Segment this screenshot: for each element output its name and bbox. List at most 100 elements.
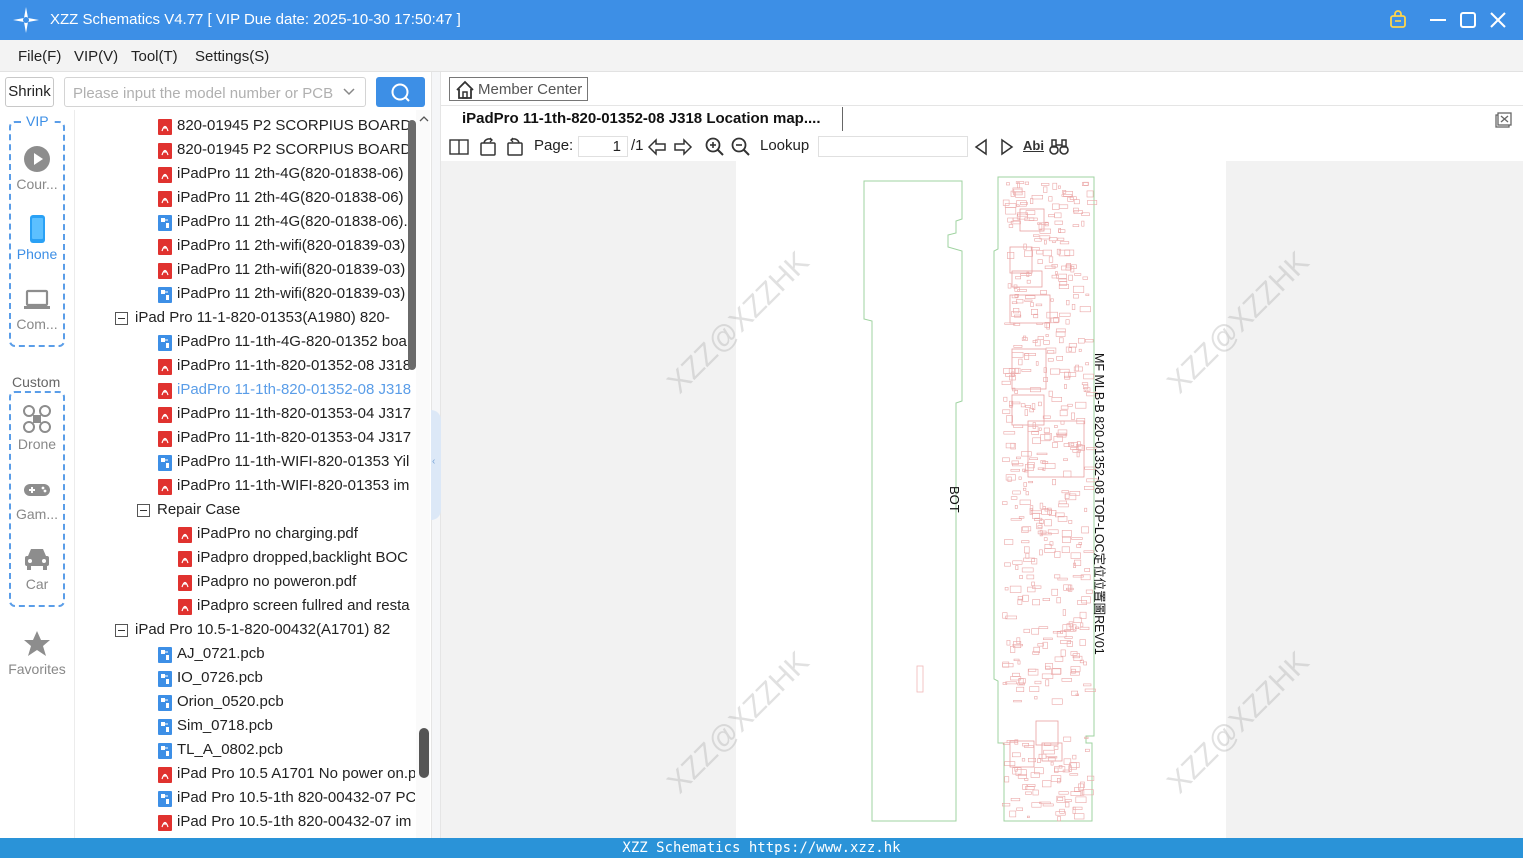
toggle-sidebar-icon[interactable] bbox=[449, 137, 469, 157]
close-icon[interactable] bbox=[1486, 8, 1510, 32]
tree-item-label: Orion_0520.pcb bbox=[177, 693, 284, 710]
category-game[interactable]: Gam... bbox=[0, 474, 74, 522]
lock-icon[interactable] bbox=[1386, 8, 1410, 32]
menu-file[interactable]: File(F) bbox=[18, 48, 61, 65]
search-button[interactable] bbox=[376, 77, 425, 107]
shrink-button[interactable]: Shrink bbox=[5, 77, 54, 107]
previous-page-icon[interactable] bbox=[647, 137, 667, 157]
tree-item-label: iPadPro 11-1th-WIFI-820-01353 im bbox=[177, 477, 410, 494]
model-search-combobox[interactable] bbox=[64, 77, 366, 107]
title-bar: XZZ Schematics V4.77 [ VIP Due date: 202… bbox=[0, 0, 1523, 40]
tree-file[interactable]: TL_A_0802.pcb bbox=[75, 738, 415, 762]
rotate-right-icon[interactable] bbox=[505, 137, 525, 157]
menu-settings[interactable]: Settings(S) bbox=[195, 48, 269, 65]
category-drone[interactable]: Drone bbox=[0, 404, 74, 452]
search-previous-icon[interactable] bbox=[971, 137, 991, 157]
pcb-component bbox=[1029, 686, 1040, 692]
tree-folder[interactable]: iPad Pro 11-1-820-01353(A1980) 820- bbox=[75, 306, 415, 330]
tree-file[interactable]: iPad Pro 10.5-1th 820-00432-07 PC bbox=[75, 786, 415, 810]
tree-folder[interactable]: Repair Case bbox=[75, 498, 415, 522]
collapse-toggle-icon[interactable] bbox=[137, 504, 150, 517]
tree-file[interactable]: Orion_0520.pcb bbox=[75, 690, 415, 714]
search-next-icon[interactable] bbox=[997, 137, 1017, 157]
page-label: Page: bbox=[534, 137, 574, 154]
tree-file[interactable]: iPadPro no charging.pdf bbox=[75, 522, 415, 546]
pcb-component bbox=[1067, 196, 1074, 202]
pcb-components bbox=[1001, 181, 1098, 822]
tree-item-label: iPadpro no poweron.pdf bbox=[197, 573, 357, 590]
maximize-icon[interactable] bbox=[1456, 8, 1480, 32]
pcb-component bbox=[1084, 339, 1094, 343]
tree-scroll-thumb[interactable] bbox=[419, 728, 429, 778]
chevron-left-icon[interactable]: ‹ bbox=[432, 456, 435, 467]
collapse-toggle-icon[interactable] bbox=[115, 312, 128, 325]
tree-folder[interactable]: iPad Pro 10.5-1-820-00432(A1701) 82 bbox=[75, 618, 415, 642]
collapse-toggle-icon[interactable] bbox=[115, 624, 128, 637]
close-tab-icon[interactable] bbox=[1493, 110, 1513, 130]
tree-file[interactable]: iPadPro 11-1th-WIFI-820-01353 im bbox=[75, 474, 415, 498]
pcb-component bbox=[1081, 220, 1085, 227]
document-viewer[interactable]: BOT MF MLB-B 820-01352-08 TOP-LOC定位位置圖RE… bbox=[441, 161, 1523, 838]
tree-file[interactable]: IO_0726.pcb bbox=[75, 666, 415, 690]
category-car[interactable]: Car bbox=[0, 544, 74, 592]
scroll-up-arrow-icon[interactable] bbox=[419, 114, 429, 124]
tree-file[interactable]: 820-01945 P2 SCORPIUS BOARD 16 bbox=[75, 138, 415, 162]
rotate-left-icon[interactable] bbox=[478, 137, 498, 157]
tree-file[interactable]: iPad Pro 10.5-1th 820-00432-07 im bbox=[75, 810, 415, 834]
category-phone[interactable]: Phone bbox=[0, 214, 74, 262]
tree-file[interactable]: iPadPro 11-1th-4G-820-01352 boa bbox=[75, 330, 415, 354]
tree-file[interactable]: iPadPro 11-1th-820-01353-04 J317 bbox=[75, 426, 415, 450]
tree-file[interactable]: iPadPro 11-1th-820-01353-04 J317 bbox=[75, 402, 415, 426]
pcb-component bbox=[1068, 347, 1072, 352]
tree-file[interactable]: iPadPro 11-1th-820-01352-08 J318 bbox=[75, 354, 415, 378]
page-number-input[interactable] bbox=[578, 136, 628, 157]
category-computer[interactable]: Com... bbox=[0, 284, 74, 332]
tree-file[interactable]: iPadpro screen fullred and resta bbox=[75, 594, 415, 618]
menu-vip[interactable]: VIP(V) bbox=[74, 48, 118, 65]
member-center-button[interactable]: Member Center bbox=[449, 77, 588, 101]
tree-file[interactable]: iPadPro 11 2th-wifi(820-01839-03) bbox=[75, 282, 415, 306]
tree-file[interactable]: iPadPro 11 2th-wifi(820-01839-03) bbox=[75, 234, 415, 258]
match-case-button[interactable]: Abi bbox=[1023, 137, 1047, 157]
tree-file[interactable]: iPadpro dropped,backlight BOC bbox=[75, 546, 415, 570]
tree-file[interactable]: iPadPro 11 2th-4G(820-01838-06).p bbox=[75, 210, 415, 234]
pcb-component bbox=[1061, 490, 1069, 494]
pcb-component bbox=[1036, 322, 1043, 326]
tree-horizontal-scroll-thumb[interactable] bbox=[408, 120, 416, 370]
tree-file[interactable]: iPadPro 11 2th-4G(820-01838-06) S bbox=[75, 186, 415, 210]
tree-file[interactable]: 820-01945 P2 SCORPIUS BOARD 16 bbox=[75, 114, 415, 138]
zoom-in-icon[interactable] bbox=[705, 137, 725, 157]
pcb-component bbox=[1003, 431, 1016, 435]
home-icon bbox=[456, 80, 474, 99]
pcb-component bbox=[1081, 382, 1089, 385]
zoom-out-icon[interactable] bbox=[731, 137, 751, 157]
pcb-component bbox=[1039, 549, 1043, 556]
tree-item-label: AJ_0721.pcb bbox=[177, 645, 265, 662]
tree-file[interactable]: AJ_0721.pcb bbox=[75, 642, 415, 666]
tree-file[interactable]: iPad Pro 10.5 A1701 No power on.p bbox=[75, 762, 415, 786]
binoculars-icon[interactable] bbox=[1049, 137, 1069, 157]
tree-file[interactable]: iPadPro 11-1th-820-01352-08 J318 bbox=[75, 378, 415, 402]
model-search-input[interactable] bbox=[73, 83, 333, 103]
pcb-component bbox=[1056, 273, 1067, 279]
pcb-component bbox=[1027, 420, 1085, 478]
lookup-input[interactable] bbox=[818, 136, 968, 157]
pcb-component bbox=[1016, 299, 1024, 304]
menu-tool[interactable]: Tool(T) bbox=[131, 48, 178, 65]
category-courses[interactable]: Cour... bbox=[0, 144, 74, 192]
next-page-icon[interactable] bbox=[673, 137, 693, 157]
tree-item-label: iPadPro 11-1th-820-01352-08 J318 bbox=[177, 381, 412, 398]
chevron-down-icon[interactable] bbox=[341, 84, 357, 100]
category-favorites[interactable]: Favorites bbox=[0, 629, 74, 677]
pcb-component bbox=[1024, 778, 1029, 781]
document-tab[interactable]: iPadPro 11-1th-820-01352-08 J318 Locatio… bbox=[450, 107, 843, 131]
tree-file[interactable]: Sim_0718.pcb bbox=[75, 714, 415, 738]
tree-file[interactable]: iPadPro 11 2th-4G(820-01838-06) I bbox=[75, 162, 415, 186]
minimize-icon[interactable] bbox=[1426, 8, 1450, 32]
pcb-component bbox=[1079, 639, 1086, 646]
tree-file[interactable]: iPadpro no poweron.pdf bbox=[75, 570, 415, 594]
pcb-component bbox=[1014, 504, 1018, 509]
tree-file[interactable]: iPadPro 11-1th-WIFI-820-01353 Yil bbox=[75, 450, 415, 474]
category-sidebar: VIP Cour... Phone Com... Custom Drone Ga… bbox=[0, 110, 74, 838]
tree-file[interactable]: iPadPro 11 2th-wifi(820-01839-03) bbox=[75, 258, 415, 282]
